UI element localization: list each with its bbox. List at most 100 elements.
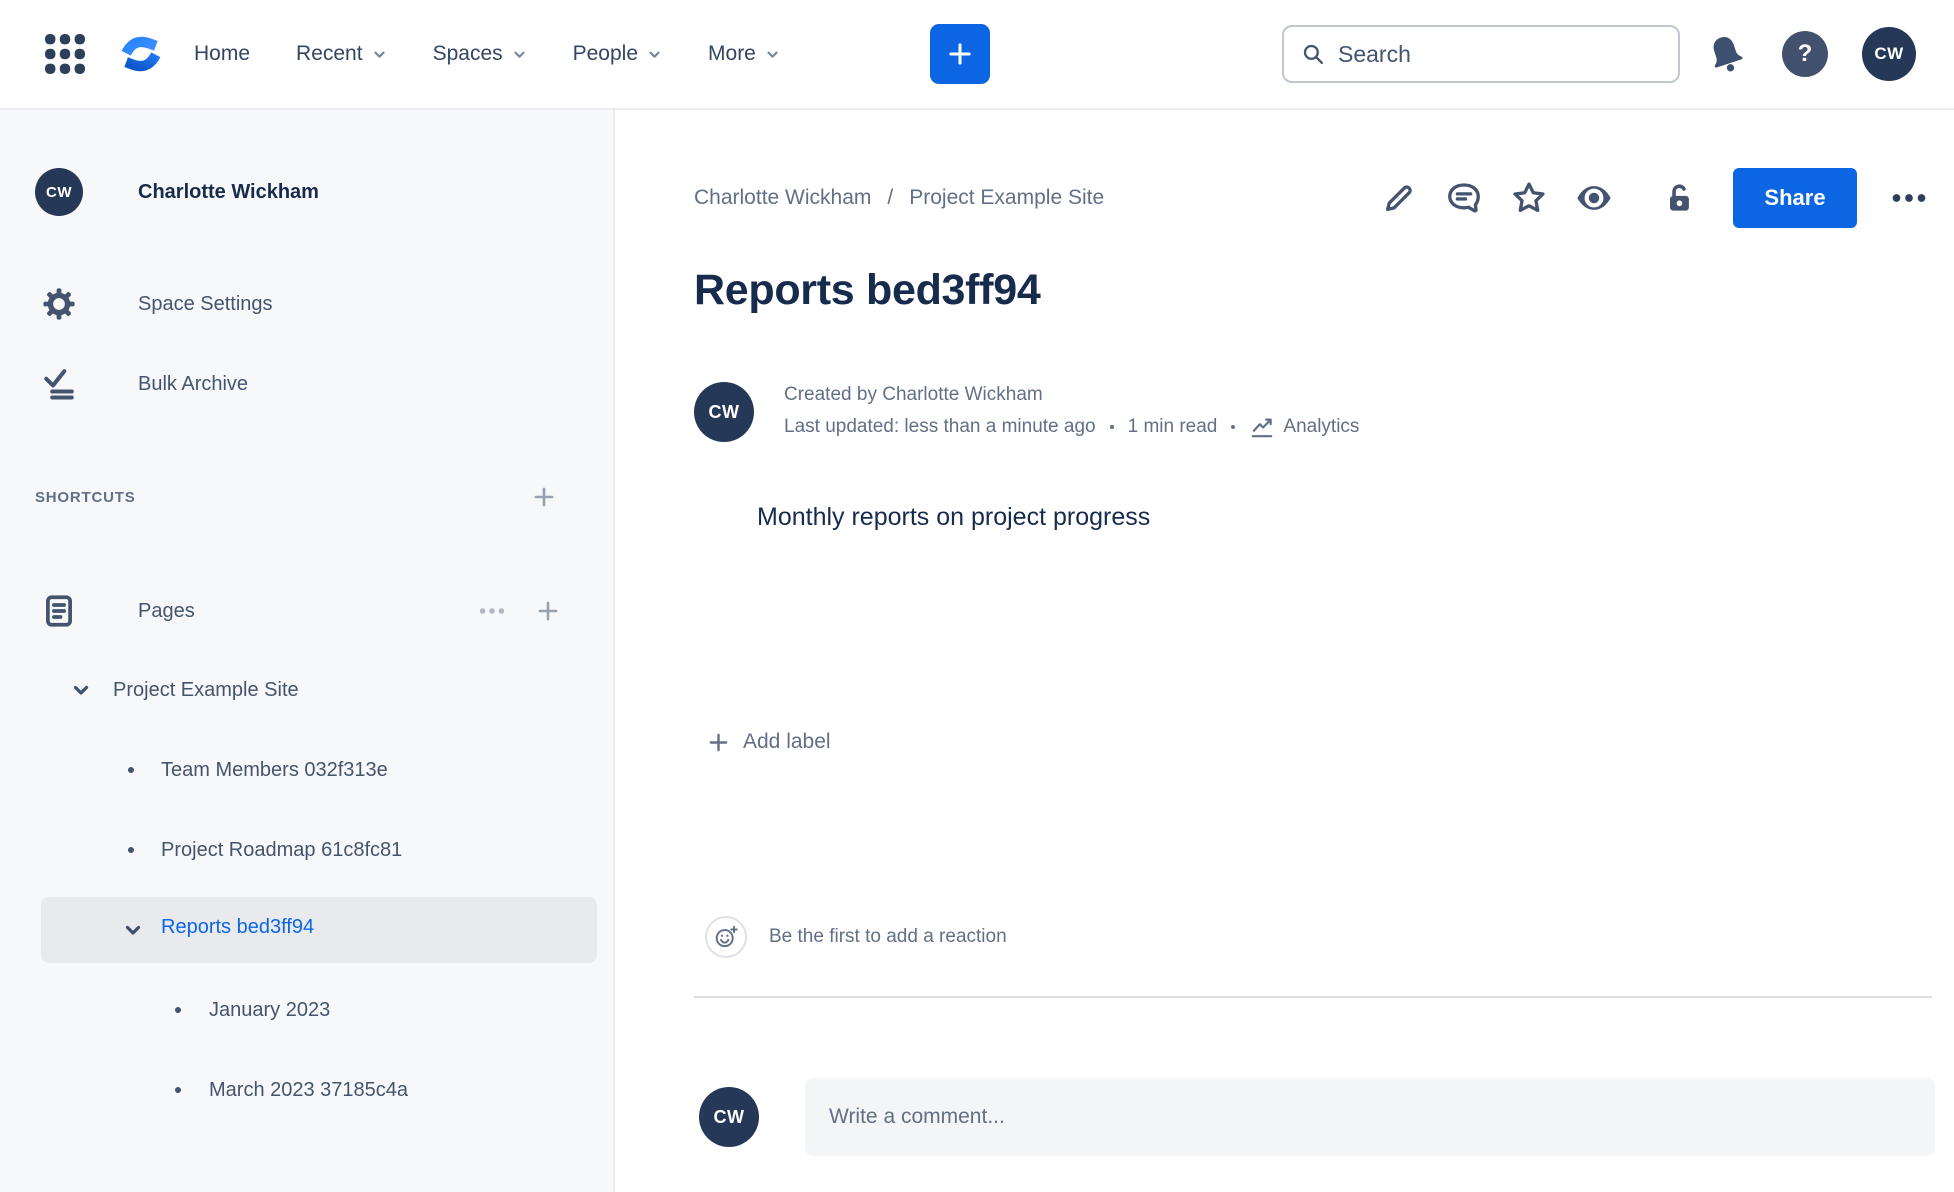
bulk-archive-icon xyxy=(41,366,77,402)
page-more-button[interactable] xyxy=(1884,173,1934,223)
page-byline: CW Created by Charlotte Wickham Last upd… xyxy=(694,382,1359,442)
tree-item-team-members[interactable]: Team Members 032f313e xyxy=(0,746,613,794)
breadcrumb-parent-link[interactable]: Project Example Site xyxy=(909,186,1104,210)
space-name: Charlotte Wickham xyxy=(138,180,319,203)
add-page-icon[interactable] xyxy=(535,598,561,624)
pages-label: Pages xyxy=(138,599,195,622)
tree-item-january-2023[interactable]: January 2023 xyxy=(0,986,613,1034)
add-label-button[interactable]: Add label xyxy=(707,730,831,754)
chevron-down-icon xyxy=(514,51,525,58)
app-grid-icon xyxy=(45,34,85,74)
dot-separator xyxy=(1231,425,1236,429)
space-profile[interactable]: CW Charlotte Wickham xyxy=(0,168,613,216)
restrictions-button[interactable] xyxy=(1654,173,1704,223)
search-input[interactable] xyxy=(1338,40,1662,68)
commenter-avatar: CW xyxy=(699,1087,759,1147)
add-shortcut-icon[interactable] xyxy=(531,484,557,510)
eye-icon xyxy=(1577,186,1611,210)
tree-item-label[interactable]: January 2023 xyxy=(209,999,330,1022)
primary-nav: Home Recent Spaces People More xyxy=(194,0,780,108)
share-button[interactable]: Share xyxy=(1733,168,1857,228)
comment-bubble-icon xyxy=(1448,183,1480,213)
global-search[interactable] xyxy=(1282,25,1680,83)
reactions-section: Be the first to add a reaction xyxy=(705,916,1007,958)
tree-item-march-2023[interactable]: March 2023 37185c4a xyxy=(0,1066,613,1114)
nav-home-label: Home xyxy=(194,42,251,65)
tree-item-project-roadmap[interactable]: Project Roadmap 61c8fc81 xyxy=(0,826,613,874)
created-by-text: Created by Charlotte Wickham xyxy=(784,384,1043,405)
sidebar-item-label: Space Settings xyxy=(138,292,273,315)
nav-spaces[interactable]: Spaces xyxy=(433,42,527,66)
analytics-chart-icon xyxy=(1252,418,1273,438)
avatar-initials: CW xyxy=(713,1106,745,1127)
plus-icon xyxy=(949,43,971,65)
read-time-text: 1 min read xyxy=(1127,416,1218,437)
comment-button[interactable] xyxy=(1439,173,1489,223)
confluence-logo[interactable] xyxy=(116,29,166,79)
search-icon xyxy=(1303,44,1324,65)
watch-button[interactable] xyxy=(1569,173,1619,223)
create-button[interactable] xyxy=(930,24,990,84)
avatar-initials: CW xyxy=(46,183,72,201)
author-avatar[interactable]: CW xyxy=(694,382,754,442)
sidebar-item-space-settings[interactable]: Space Settings xyxy=(0,280,613,328)
tree-item-reports-selected[interactable]: Reports bed3ff94 xyxy=(41,897,597,963)
favorite-star-button[interactable] xyxy=(1504,173,1554,223)
unlock-icon xyxy=(1670,184,1689,211)
sidebar-section-pages[interactable]: Pages xyxy=(0,587,613,635)
chevron-down-icon[interactable] xyxy=(69,678,93,702)
tree-item-label[interactable]: Project Roadmap 61c8fc81 xyxy=(161,839,402,862)
page-title: Reports bed3ff94 xyxy=(694,266,1041,314)
question-mark-icon: ? xyxy=(1797,40,1813,67)
nav-people[interactable]: People xyxy=(573,42,662,66)
confluence-logo-icon xyxy=(121,36,161,72)
sidebar-item-bulk-archive[interactable]: Bulk Archive xyxy=(0,360,613,408)
pages-more-icon[interactable] xyxy=(477,596,507,626)
last-updated-text: Last updated: less than a minute ago xyxy=(784,416,1096,437)
breadcrumb-space-link[interactable]: Charlotte Wickham xyxy=(694,186,871,210)
user-avatar[interactable]: CW xyxy=(1862,27,1916,81)
add-reaction-button[interactable] xyxy=(705,916,747,958)
comments-divider xyxy=(694,996,1932,998)
add-reaction-smiley-icon xyxy=(715,925,738,948)
chevron-down-icon xyxy=(649,51,660,58)
chevron-down-icon xyxy=(373,51,385,58)
tree-item-label[interactable]: March 2023 37185c4a xyxy=(209,1079,408,1102)
nav-more[interactable]: More xyxy=(708,42,780,66)
notifications-button[interactable] xyxy=(1700,26,1752,82)
page-content: Charlotte Wickham / Project Example Site xyxy=(617,110,1954,1192)
page-actions: Share xyxy=(1374,166,1934,230)
tree-item-label[interactable]: Project Example Site xyxy=(113,679,299,702)
nav-recent[interactable]: Recent xyxy=(296,42,387,66)
chevron-down-icon xyxy=(767,51,778,58)
reaction-prompt-text: Be the first to add a reaction xyxy=(769,926,1007,947)
tree-item-label-selected[interactable]: Reports bed3ff94 xyxy=(161,916,314,939)
avatar-initials: CW xyxy=(708,401,740,422)
bullet-icon xyxy=(128,847,134,853)
tree-item-label[interactable]: Team Members 032f313e xyxy=(161,759,388,782)
space-avatar: CW xyxy=(35,168,83,216)
gear-icon xyxy=(41,286,77,322)
nav-home[interactable]: Home xyxy=(194,42,250,66)
plus-icon xyxy=(709,733,728,751)
top-app-bar: Home Recent Spaces People More Search ? … xyxy=(0,0,1954,110)
comment-input[interactable] xyxy=(805,1078,1935,1156)
edit-button[interactable] xyxy=(1374,173,1424,223)
nav-recent-label: Recent xyxy=(296,42,363,65)
analytics-label: Analytics xyxy=(1283,416,1360,437)
breadcrumb: Charlotte Wickham / Project Example Site xyxy=(694,172,1104,224)
pages-icon xyxy=(41,593,77,629)
shortcuts-section-header: SHORTCUTS xyxy=(0,482,613,512)
nav-more-label: More xyxy=(708,42,756,65)
shortcuts-heading: SHORTCUTS xyxy=(35,488,136,506)
tree-item-project-example-site[interactable]: Project Example Site xyxy=(0,666,613,714)
bullet-icon xyxy=(175,1087,181,1093)
chevron-down-icon[interactable] xyxy=(121,918,145,942)
add-label-text: Add label xyxy=(743,730,831,753)
bell-icon xyxy=(1713,37,1743,72)
avatar-initials: CW xyxy=(1874,44,1904,63)
help-button[interactable]: ? xyxy=(1782,31,1828,77)
analytics-link[interactable]: Analytics xyxy=(1249,414,1359,440)
pencil-icon xyxy=(1385,185,1412,212)
app-switcher-button[interactable] xyxy=(38,27,92,81)
